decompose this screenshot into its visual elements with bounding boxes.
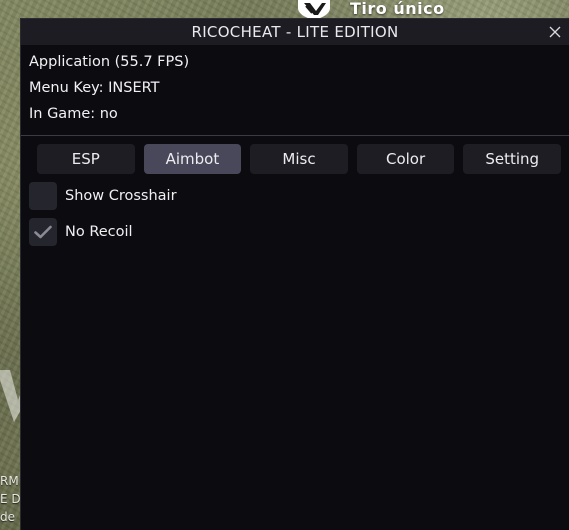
option-no-recoil: No Recoil	[29, 218, 569, 246]
game-background: RM E D de 1 Tiro único RICOCHEAT - LITE …	[0, 0, 569, 530]
close-icon	[549, 26, 561, 38]
application-fps-text: Application (55.7 FPS)	[29, 54, 190, 70]
cheat-menu-window[interactable]: RICOCHEAT - LITE EDITION Application (55…	[20, 18, 569, 530]
window-title: RICOCHEAT - LITE EDITION	[191, 23, 399, 41]
show-crosshair-checkbox[interactable]	[29, 182, 57, 210]
show-crosshair-label: Show Crosshair	[65, 188, 177, 204]
no-recoil-label: No Recoil	[65, 224, 133, 240]
rifle-emblem-icon	[296, 0, 332, 20]
option-show-crosshair: Show Crosshair	[29, 182, 569, 210]
checkmark-icon	[34, 225, 52, 239]
tab-color[interactable]: Color	[356, 144, 455, 174]
no-recoil-checkbox[interactable]	[29, 218, 57, 246]
fire-mode-indicator: Tiro único	[296, 0, 445, 20]
tab-setting[interactable]: Setting	[463, 144, 561, 174]
tab-misc[interactable]: Misc	[250, 144, 348, 174]
window-titlebar[interactable]: RICOCHEAT - LITE EDITION	[21, 19, 569, 45]
edge-emblem-icon	[0, 360, 22, 430]
info-panel: Application (55.7 FPS) Menu Key: INSERT …	[21, 45, 569, 131]
menu-key-text: Menu Key: INSERT	[29, 80, 160, 96]
close-button[interactable]	[545, 22, 565, 42]
tab-esp[interactable]: ESP	[37, 144, 135, 174]
tab-aimbot[interactable]: Aimbot	[143, 144, 242, 174]
tab-bar: ESP Aimbot Misc Color Setting	[21, 136, 569, 174]
options-list: Show Crosshair No Recoil	[21, 174, 569, 246]
fire-mode-label: Tiro único	[350, 0, 445, 18]
in-game-status-text: In Game: no	[29, 106, 118, 122]
